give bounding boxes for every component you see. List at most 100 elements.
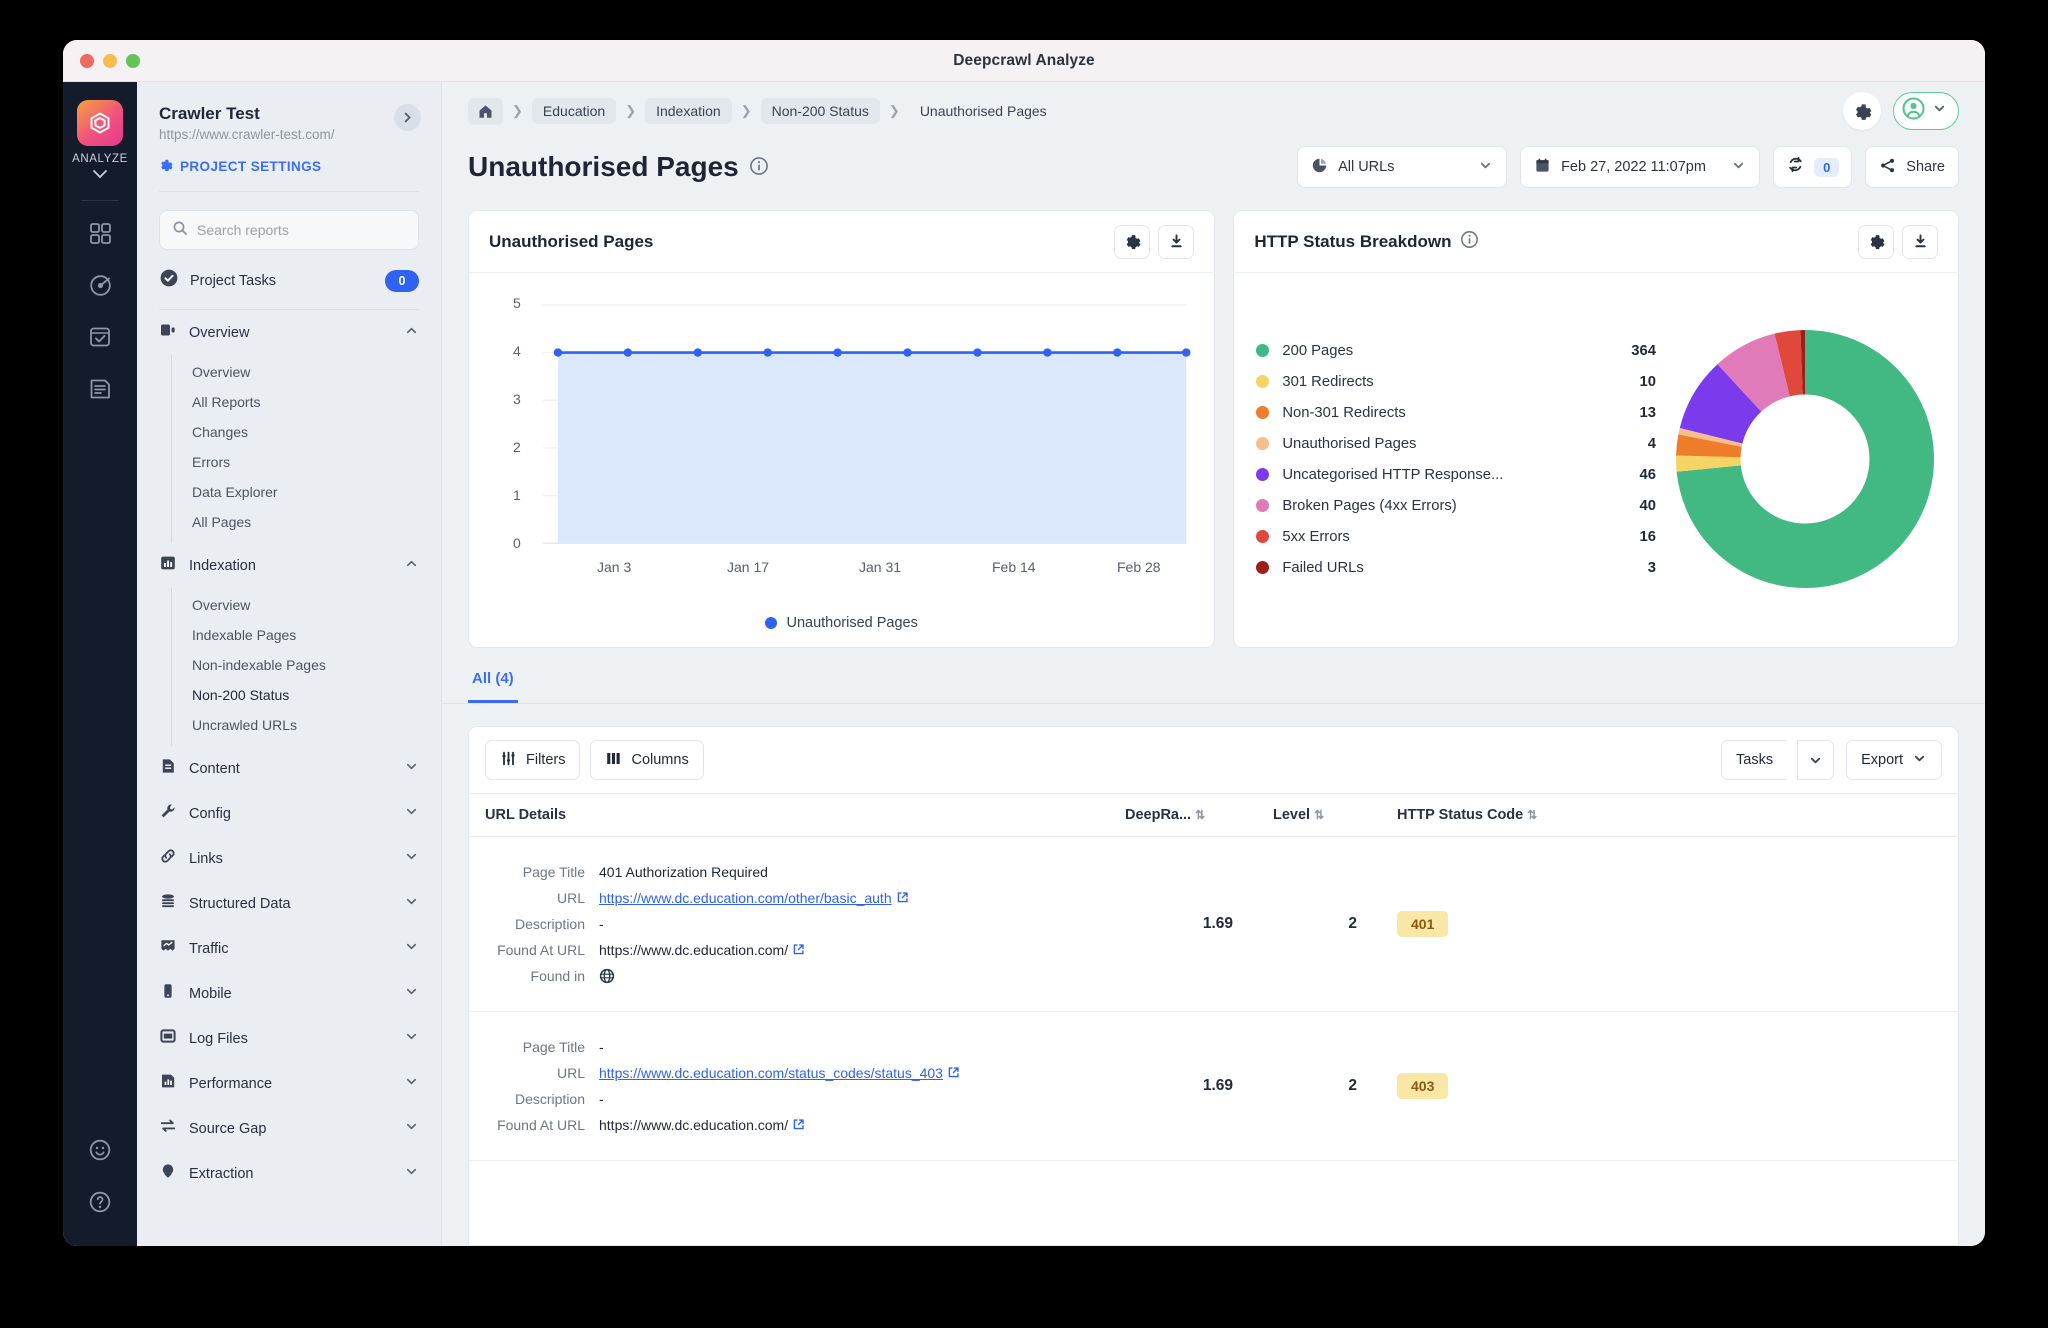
sidebar-group-links[interactable]: Links [137, 836, 441, 881]
url-scope-select[interactable]: All URLs [1297, 146, 1508, 188]
legend-item[interactable]: Unauthorised Pages 4 [1256, 428, 1664, 459]
external-link-icon[interactable] [792, 1117, 805, 1133]
external-link-icon[interactable] [896, 890, 909, 906]
refresh-button[interactable]: 0 [1773, 146, 1853, 188]
sidebar-item-uncrawled-urls[interactable]: Uncrawled URLs [172, 710, 441, 740]
url-link[interactable]: https://www.dc.education.com/other/basic… [599, 890, 892, 906]
sidebar-group-structured-data[interactable]: Structured Data [137, 881, 441, 926]
sidebar-group-label: Content [189, 760, 240, 777]
date-select[interactable]: Feb 27, 2022 11:07pm [1520, 146, 1761, 188]
project-switcher-button[interactable] [394, 104, 421, 131]
chart-settings-button[interactable] [1114, 224, 1151, 259]
detail-value-url[interactable]: https://www.dc.education.com/other/basic… [599, 885, 909, 911]
sidebar-group-indexation[interactable]: Indexation [137, 543, 441, 588]
user-account-menu[interactable] [1893, 92, 1959, 130]
external-link-icon[interactable] [947, 1065, 960, 1081]
sidebar-item-indexable-pages[interactable]: Indexable Pages [172, 620, 441, 650]
info-icon[interactable] [1460, 230, 1479, 254]
legend-item[interactable]: Broken Pages (4xx Errors) 40 [1256, 490, 1664, 521]
detail-value-found-at-url[interactable]: https://www.dc.education.com/ [599, 937, 805, 963]
dashboard-grid-icon[interactable] [74, 207, 126, 259]
legend-color-swatch [1256, 561, 1270, 574]
column-header-level[interactable]: Level ⇅ [1257, 793, 1381, 837]
sidebar-item-data-explorer[interactable]: Data Explorer [172, 477, 441, 507]
sidebar-group-overview[interactable]: Overview [137, 310, 441, 355]
sidebar-group-config[interactable]: Config [137, 791, 441, 836]
columns-button[interactable]: Columns [590, 740, 704, 780]
table-row[interactable]: Page Title - URL https://www.dc.educatio… [469, 1011, 1958, 1161]
legend-item[interactable]: Non-301 Redirects 13 [1256, 397, 1664, 428]
legend-item[interactable]: 301 Redirects 10 [1256, 366, 1664, 397]
column-header-url-details[interactable]: URL Details [469, 793, 1109, 837]
sidebar-group-source-gap[interactable]: Source Gap [137, 1106, 441, 1151]
status-download-button[interactable] [1902, 224, 1938, 259]
column-header-deeprank[interactable]: DeepRa... ⇅ [1109, 793, 1257, 837]
sidebar-group-extraction[interactable]: Extraction [137, 1151, 441, 1196]
breadcrumb-item-education[interactable]: Education [531, 98, 617, 124]
status-settings-button[interactable] [1858, 224, 1894, 259]
sidebar-item-indexation-overview[interactable]: Overview [172, 590, 441, 620]
filters-icon [500, 750, 517, 771]
column-header-http-status-code[interactable]: HTTP Status Code ⇅ [1381, 793, 1589, 837]
sidebar-item-all-pages[interactable]: All Pages [172, 507, 441, 537]
info-icon[interactable] [749, 151, 769, 183]
refresh-icon [1786, 155, 1805, 179]
sidebar-group-traffic[interactable]: Traffic [137, 926, 441, 971]
search-reports-field[interactable] [159, 210, 419, 250]
sidebar-item-overview-overview[interactable]: Overview [172, 357, 441, 387]
sidebar-item-errors[interactable]: Errors [172, 447, 441, 477]
url-link[interactable]: https://www.dc.education.com/status_code… [599, 1065, 943, 1081]
detail-label: Page Title [522, 1039, 585, 1055]
tasks-checkbox-icon[interactable] [74, 311, 126, 363]
tasks-split-button[interactable]: Tasks [1721, 740, 1835, 780]
detail-line: Found At URL https://www.dc.education.co… [469, 937, 1093, 963]
sidebar-group-label: Indexation [189, 557, 256, 574]
sidebar-group-label: Source Gap [189, 1120, 267, 1137]
sidebar-item-all-reports[interactable]: All Reports [172, 387, 441, 417]
radar-icon[interactable] [74, 259, 126, 311]
chart-download-button[interactable] [1158, 224, 1195, 259]
help-question-icon[interactable] [74, 1176, 126, 1228]
sidebar-group-performance[interactable]: Performance [137, 1061, 441, 1106]
legend-item[interactable]: Failed URLs 3 [1256, 552, 1664, 583]
breadcrumb-home-button[interactable] [468, 97, 503, 125]
sidebar-item-project-tasks[interactable]: Project Tasks 0 [159, 268, 419, 293]
project-settings-link[interactable]: PROJECT SETTINGS [159, 158, 419, 175]
sidebar-group-mobile[interactable]: Mobile [137, 971, 441, 1016]
sidebar-group-log-files[interactable]: Log Files [137, 1016, 441, 1061]
sidebar-item-changes[interactable]: Changes [172, 417, 441, 447]
detail-label: Description [514, 916, 585, 932]
legend-item[interactable]: 200 Pages 364 [1256, 335, 1664, 366]
legend-item[interactable]: Uncategorised HTTP Response... 46 [1256, 459, 1664, 490]
sort-icon[interactable]: ⇅ [1195, 808, 1205, 822]
smiley-feedback-icon[interactable] [74, 1124, 126, 1176]
share-button[interactable]: Share [1865, 146, 1959, 188]
search-input[interactable] [197, 222, 406, 238]
breadcrumb-item-indexation[interactable]: Indexation [645, 98, 732, 124]
tasks-dropdown-toggle[interactable] [1797, 740, 1835, 780]
export-button[interactable]: Export [1846, 740, 1942, 780]
tasks-button[interactable]: Tasks [1721, 740, 1788, 780]
chevron-down-icon [1810, 757, 1821, 763]
sidebar-item-non-200-status[interactable]: Non-200 Status [172, 680, 441, 710]
detail-label: URL [556, 890, 585, 906]
legend-item[interactable]: 5xx Errors 16 [1256, 521, 1664, 552]
sort-icon[interactable]: ⇅ [1314, 808, 1324, 822]
sidebar-item-non-indexable-pages[interactable]: Non-indexable Pages [172, 650, 441, 680]
table-row[interactable]: Page Title 401 Authorization Required UR… [469, 836, 1958, 1012]
sidebar-group-content[interactable]: Content [137, 746, 441, 791]
chevron-down-icon[interactable] [90, 167, 110, 186]
external-link-icon[interactable] [792, 942, 805, 958]
sort-icon[interactable]: ⇅ [1527, 808, 1537, 822]
breadcrumb-item-non-200-status[interactable]: Non-200 Status [760, 98, 880, 124]
detail-value-url[interactable]: https://www.dc.education.com/status_code… [599, 1060, 960, 1086]
filters-button[interactable]: Filters [485, 740, 581, 780]
tab-all[interactable]: All (4) [468, 670, 518, 703]
result-tabs: All (4) [442, 648, 1985, 704]
detail-value-found-at-url[interactable]: https://www.dc.education.com/ [599, 1112, 805, 1138]
detail-line: Page Title - [469, 1034, 1093, 1060]
settings-gear-button[interactable] [1843, 92, 1881, 130]
breadcrumb-separator: ❯ [625, 103, 637, 118]
deepcrawl-logo-icon[interactable] [77, 100, 123, 146]
reports-note-icon[interactable] [74, 363, 126, 415]
